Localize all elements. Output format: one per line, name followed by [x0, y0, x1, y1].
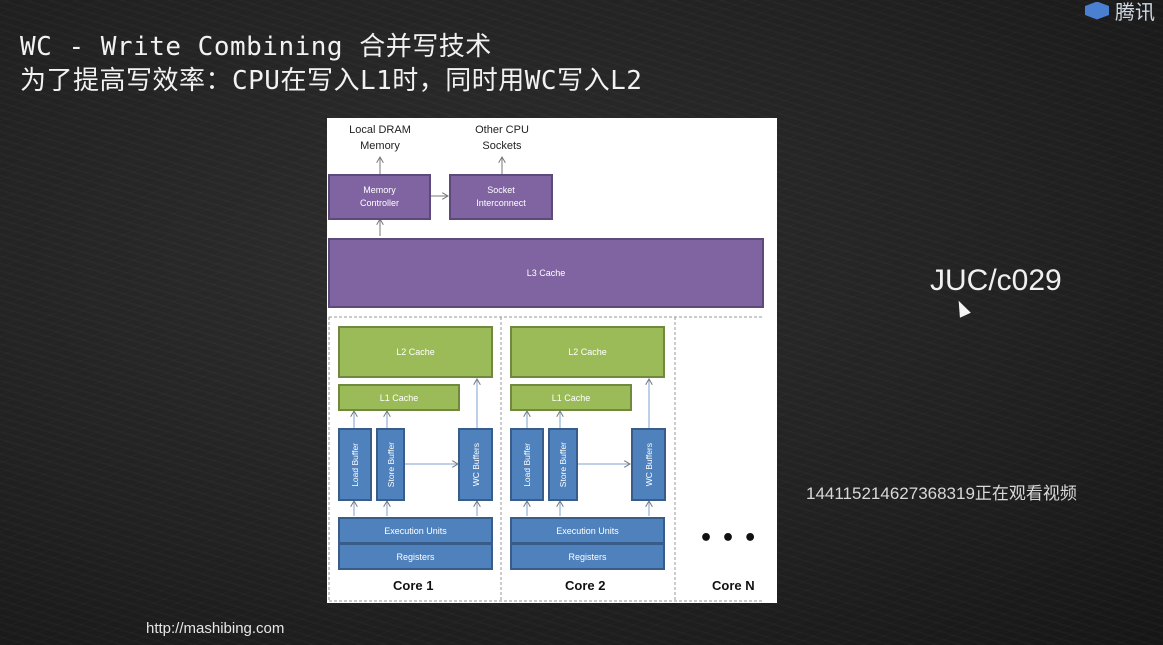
brand-logo: 腾讯 — [1085, 0, 1155, 25]
core2-store-buffer-label: Store Buffer — [558, 441, 568, 488]
brand-logo-text: 腾讯 — [1115, 0, 1155, 24]
more-cores-ellipsis: ••• — [699, 526, 766, 551]
label-local-dram: Local DRAM Memory — [349, 124, 411, 152]
core2-wc-buffers: WC Buffers — [631, 428, 666, 501]
core2-label: Core 2 — [565, 578, 606, 593]
cpu-cache-diagram: Local DRAM Memory Other CPU Sockets Memo… — [327, 118, 777, 603]
slide-title: WC - Write Combining 合并写技术 — [20, 32, 492, 62]
coreN-label: Core N — [712, 578, 755, 593]
core1-load-buffer-label: Load Buffer — [350, 442, 360, 487]
core1-wc-buffers: WC Buffers — [458, 428, 493, 501]
core1-label: Core 1 — [393, 578, 434, 593]
core2-registers: Registers — [510, 543, 665, 570]
core1-wc-buffers-label: WC Buffers — [470, 442, 481, 487]
core2-wc-buffers-label: WC Buffers — [643, 442, 654, 487]
core2-execution-units: Execution Units — [510, 517, 665, 544]
side-note: JUC/c029 — [930, 264, 1062, 297]
site-watermark: http://mashibing.com — [146, 620, 285, 637]
core2-store-buffer: Store Buffer — [548, 428, 578, 501]
core2-l2-cache: L2 Cache — [510, 326, 665, 378]
core1-registers: Registers — [338, 543, 493, 570]
core1-l2-cache: L2 Cache — [338, 326, 493, 378]
memory-controller-box: Memory Controller — [328, 174, 431, 220]
core2-load-buffer-label: Load Buffer — [522, 442, 532, 487]
l3-cache-box: L3 Cache — [328, 238, 764, 308]
core2-load-buffer: Load Buffer — [510, 428, 544, 501]
core1-l1-cache: L1 Cache — [338, 384, 460, 411]
core1-store-buffer: Store Buffer — [376, 428, 405, 501]
slide-subtitle: 为了提高写效率：CPU在写入L1时，同时用WC写入L2 — [20, 66, 643, 96]
core1-store-buffer-label: Store Buffer — [385, 441, 396, 488]
core1-execution-units: Execution Units — [338, 517, 493, 544]
cube-icon — [1085, 1, 1109, 20]
viewer-watermark: 14411521462736831­9正在观看视频 — [806, 484, 1077, 503]
mouse-cursor-icon — [953, 298, 971, 318]
label-other-cpu: Other CPU Sockets — [475, 124, 529, 152]
core2-l1-cache: L1 Cache — [510, 384, 632, 411]
socket-interconnect-box: Socket Interconnect — [449, 174, 553, 220]
core1-load-buffer: Load Buffer — [338, 428, 372, 501]
